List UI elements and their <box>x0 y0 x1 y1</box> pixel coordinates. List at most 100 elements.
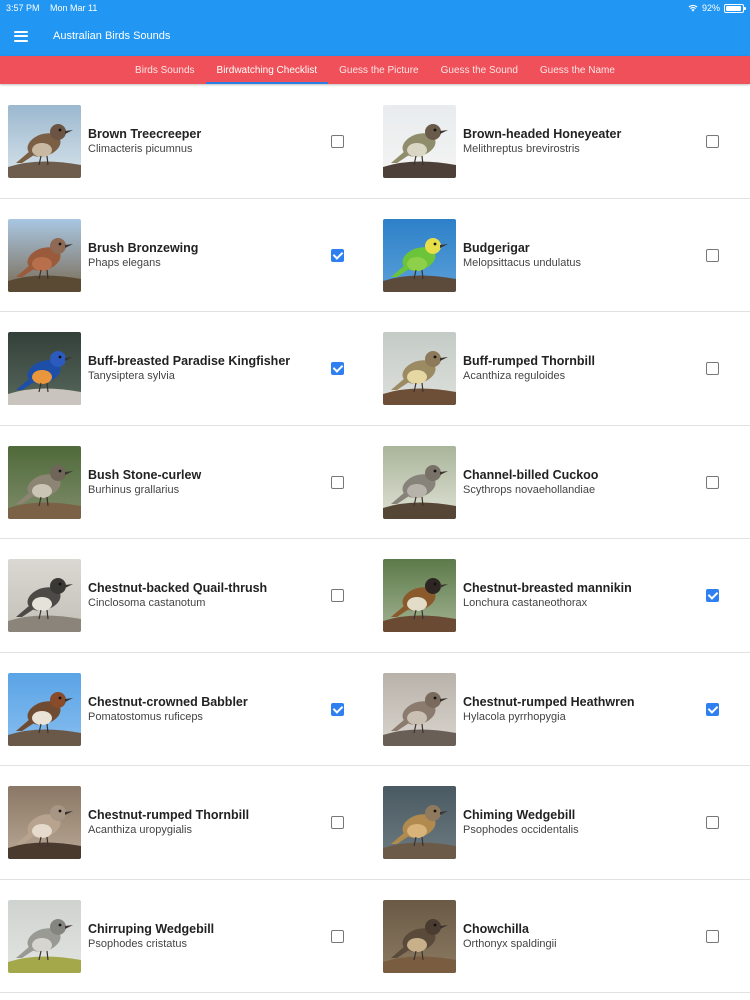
bird-list-item[interactable]: Buff-breasted Paradise Kingfisher Tanysip… <box>0 312 375 425</box>
bird-list-item[interactable]: Brown Treecreeper Climacteris picumnus <box>0 85 375 198</box>
bird-common-name: Chestnut-rumped Heathwren <box>463 694 635 709</box>
bird-list-item[interactable]: Chestnut-crowned Babbler Pomatostomus ruf… <box>0 653 375 766</box>
bird-photo <box>8 672 81 746</box>
bird-photo <box>8 445 81 519</box>
bird-list-item[interactable]: Chestnut-backed Quail-thrush Cinclosoma c… <box>0 539 375 652</box>
bird-list-item[interactable]: Chestnut-rumped Heathwren Hylacola pyrrho… <box>375 653 750 766</box>
app-title: Australian Birds Sounds <box>53 30 171 42</box>
seen-checkbox[interactable] <box>331 702 344 716</box>
status-indicators: 92% <box>688 3 746 13</box>
bird-scientific-name: Climacteris picumnus <box>88 143 193 155</box>
seen-checkbox[interactable] <box>331 929 344 943</box>
bird-common-name: Buff-breasted Paradise Kingfisher <box>88 354 291 368</box>
bird-list-item[interactable]: Chestnut-rumped Thornbill Acanthiza uropy… <box>0 766 375 879</box>
tab-birds-sounds[interactable]: Birds Sounds <box>124 56 205 84</box>
bird-common-name: Buff-rumped Thornbill <box>463 354 595 368</box>
bird-info: Chirruping Wedgebill Psophodes cristatus <box>88 922 214 950</box>
bird-common-name: Bush Stone-curlew <box>88 467 202 482</box>
tab-guess-the-picture[interactable]: Guess the Picture <box>328 56 429 84</box>
checklist-row: Buff-breasted Paradise Kingfisher Tanysip… <box>0 312 750 426</box>
bird-photo <box>383 105 456 178</box>
bird-scientific-name: Hylacola pyrrhopygia <box>463 710 566 723</box>
bird-scientific-name: Scythrops novaehollandiae <box>463 483 596 496</box>
wifi-icon <box>688 5 698 12</box>
seen-checkbox[interactable] <box>706 362 719 375</box>
checklist-row: Chestnut-backed Quail-thrush Cinclosoma c… <box>0 539 750 653</box>
bird-list-item[interactable]: Chowchilla Orthonyx spaldingii <box>375 880 750 993</box>
bird-common-name: Chiming Wedgebill <box>463 808 576 822</box>
hamburger-menu-icon <box>14 30 28 42</box>
seen-checkbox[interactable] <box>331 589 344 602</box>
status-bar: 3:57 PM Mon Mar 11 92% <box>0 0 750 16</box>
bird-info: Brush Bronzewing Phaps elegans <box>88 241 198 269</box>
bird-photo <box>383 332 456 405</box>
bird-list-item[interactable]: Chirruping Wedgebill Psophodes cristatus <box>0 880 375 993</box>
seen-checkbox[interactable] <box>706 475 719 489</box>
bird-list-item[interactable]: Bush Stone-curlew Burhinus grallarius <box>0 426 375 539</box>
bird-list-item[interactable]: Brown-headed Honeyeater Melithreptus brev… <box>375 85 750 198</box>
bird-scientific-name: Burhinus grallarius <box>88 483 180 496</box>
tab-bar: Birds Sounds Birdwatching Checklist Gues… <box>0 56 750 84</box>
bird-list-item[interactable]: Channel-billed Cuckoo Scythrops novaeholl… <box>375 426 750 539</box>
seen-checkbox[interactable] <box>706 816 719 829</box>
bird-photo <box>8 105 81 178</box>
checklist-row: Chestnut-rumped Thornbill Acanthiza uropy… <box>0 766 750 880</box>
battery-icon <box>724 3 746 13</box>
bird-list-item[interactable]: Budgerigar Melopsittacus undulatus <box>375 199 750 312</box>
bird-scientific-name: Psophodes occidentalis <box>463 824 579 836</box>
bird-info: Chestnut-rumped Thornbill Acanthiza uropy… <box>88 808 249 836</box>
seen-checkbox[interactable] <box>331 362 344 375</box>
bird-common-name: Chestnut-crowned Babbler <box>88 694 248 709</box>
bird-photo <box>8 218 81 292</box>
bird-info: Brown Treecreeper Climacteris picumnus <box>88 127 201 155</box>
bird-photo <box>8 786 81 859</box>
seen-checkbox[interactable] <box>331 135 344 148</box>
seen-checkbox[interactable] <box>706 589 719 602</box>
bird-info: Budgerigar Melopsittacus undulatus <box>463 241 581 269</box>
bird-photo <box>8 899 81 973</box>
bird-common-name: Brush Bronzewing <box>88 240 199 255</box>
bird-scientific-name: Melopsittacus undulatus <box>463 256 582 269</box>
bird-info: Chestnut-crowned Babbler Pomatostomus ruf… <box>88 695 248 723</box>
bird-list-item[interactable]: Chestnut-breasted mannikin Lonchura casta… <box>375 539 750 652</box>
menu-button[interactable] <box>0 16 42 56</box>
bird-scientific-name: Orthonyx spaldingii <box>463 937 557 950</box>
seen-checkbox[interactable] <box>331 816 344 829</box>
bird-list-item[interactable]: Brush Bronzewing Phaps elegans <box>0 199 375 312</box>
bird-info: Bush Stone-curlew Burhinus grallarius <box>88 468 201 496</box>
seen-checkbox[interactable] <box>331 248 344 262</box>
checklist-row: Bush Stone-curlew Burhinus grallarius Chan… <box>0 426 750 539</box>
checklist-row: Brush Bronzewing Phaps elegans Budgerigar M… <box>0 199 750 312</box>
bird-photo <box>383 786 456 859</box>
bird-common-name: Chestnut-rumped Thornbill <box>88 808 250 822</box>
bird-list-item[interactable]: Chiming Wedgebill Psophodes occidentalis <box>375 766 750 879</box>
app-bar: Australian Birds Sounds <box>0 16 750 56</box>
bird-common-name: Channel-billed Cuckoo <box>463 467 599 482</box>
bird-info: Channel-billed Cuckoo Scythrops novaeholl… <box>463 468 598 496</box>
bird-scientific-name: Phaps elegans <box>88 256 161 269</box>
checklist-row: Chestnut-crowned Babbler Pomatostomus ruf… <box>0 653 750 766</box>
bird-info: Buff-rumped Thornbill Acanthiza reguloide… <box>463 354 595 382</box>
bird-common-name: Brown-headed Honeyeater <box>463 127 622 141</box>
bird-common-name: Chowchilla <box>463 921 529 936</box>
battery-percent: 92% <box>701 3 720 13</box>
status-time: 3:57 PM <box>6 3 40 13</box>
seen-checkbox[interactable] <box>331 475 344 489</box>
bird-scientific-name: Acanthiza reguloides <box>463 370 566 382</box>
bird-info: Buff-breasted Paradise Kingfisher Tanysip… <box>88 354 290 382</box>
bird-scientific-name: Melithreptus brevirostris <box>463 143 580 155</box>
seen-checkbox[interactable] <box>706 702 719 716</box>
bird-list-item[interactable]: Buff-rumped Thornbill Acanthiza reguloide… <box>375 312 750 425</box>
bird-common-name: Chestnut-breasted mannikin <box>463 581 632 595</box>
seen-checkbox[interactable] <box>706 135 719 148</box>
bird-photo <box>383 899 456 973</box>
tab-guess-the-sound[interactable]: Guess the Sound <box>430 56 529 84</box>
bird-info: Chestnut-backed Quail-thrush Cinclosoma c… <box>88 581 267 609</box>
tab-guess-the-name[interactable]: Guess the Name <box>529 56 626 84</box>
seen-checkbox[interactable] <box>706 929 719 943</box>
bird-scientific-name: Pomatostomus ruficeps <box>88 710 203 723</box>
bird-scientific-name: Acanthiza uropygialis <box>88 824 192 836</box>
seen-checkbox[interactable] <box>706 248 719 262</box>
tab-birdwatching-checklist[interactable]: Birdwatching Checklist <box>205 56 329 84</box>
bird-common-name: Brown Treecreeper <box>88 127 202 141</box>
